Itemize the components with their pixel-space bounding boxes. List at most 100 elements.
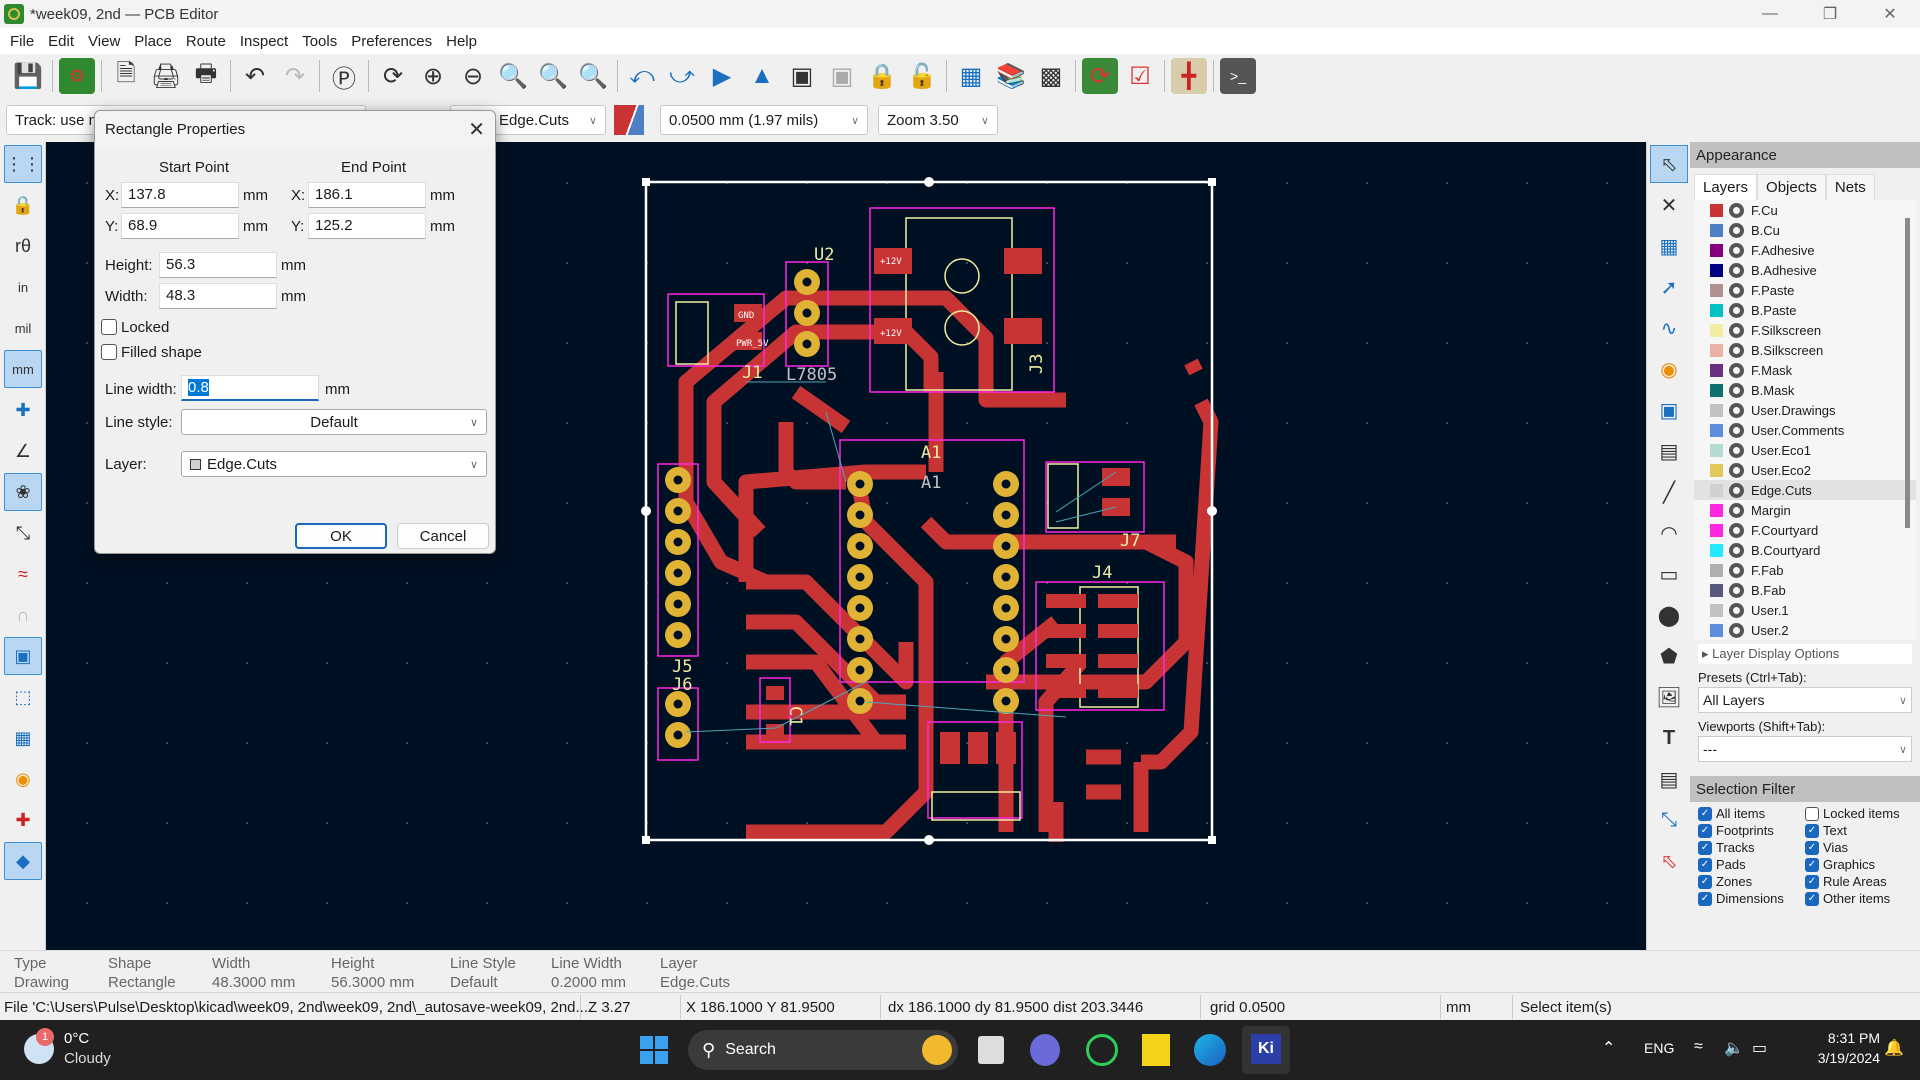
3d-viewer-icon[interactable]: ▩ <box>1033 58 1069 94</box>
mirror-icon[interactable]: ▲ <box>744 58 780 94</box>
layer-color-swatch[interactable] <box>1710 363 1723 377</box>
checkbox[interactable]: ✓ <box>1698 874 1712 889</box>
add-via-icon[interactable]: ◉ <box>1650 350 1688 388</box>
tune-length-icon[interactable]: ∿ <box>1650 309 1688 347</box>
add-dimension-icon[interactable]: ⤡ <box>1650 801 1688 839</box>
layer-color-swatch[interactable] <box>1710 483 1723 497</box>
eye-icon[interactable] <box>1729 222 1744 238</box>
battery-icon[interactable]: ▭ <box>1752 1038 1767 1058</box>
layer-list-scrollbar[interactable] <box>1905 218 1910 528</box>
kicad-taskbar-button[interactable]: Ki <box>1242 1026 1290 1074</box>
plot-icon[interactable]: 🖶 <box>188 58 224 94</box>
eye-icon[interactable] <box>1729 242 1744 258</box>
eye-icon[interactable] <box>1729 602 1744 618</box>
layer-select-dialog[interactable]: Edge.Cuts ∨ <box>181 451 487 477</box>
layers-manager-icon[interactable]: ◆ <box>4 842 42 880</box>
taskbar-search[interactable]: ⚲ Search <box>688 1030 958 1070</box>
volume-icon[interactable]: 🔈 <box>1724 1038 1744 1058</box>
tray-expand-icon[interactable]: ⌃ <box>1602 1038 1615 1058</box>
eye-icon[interactable] <box>1729 282 1744 298</box>
tab-nets[interactable]: Nets <box>1825 174 1875 200</box>
track-outline-icon[interactable]: ∩ <box>4 596 42 634</box>
locked-checkbox[interactable] <box>101 319 117 335</box>
task-view-icon[interactable] <box>978 1036 1004 1064</box>
filter-dimensions[interactable]: ✓ Dimensions <box>1698 891 1805 906</box>
line-width-field[interactable]: 0.8 <box>181 375 319 401</box>
layer-row[interactable]: Margin <box>1694 500 1916 520</box>
print-icon[interactable]: 🖨 <box>148 58 184 94</box>
layer-row[interactable]: F.Adhesive <box>1694 240 1916 260</box>
eye-icon[interactable] <box>1729 482 1744 498</box>
zoom-select[interactable]: Zoom 3.50 ∨ <box>878 105 998 135</box>
layer-color-swatch[interactable] <box>1710 403 1723 417</box>
layer-color-swatch[interactable] <box>1710 323 1723 337</box>
layer-row[interactable]: B.Paste <box>1694 300 1916 320</box>
checkbox[interactable]: ✓ <box>1805 891 1819 906</box>
viewports-select[interactable]: --- ∨ <box>1698 736 1912 762</box>
layer-display-options[interactable]: ▸ Layer Display Options <box>1698 644 1912 664</box>
layer-row[interactable]: F.Paste <box>1694 280 1916 300</box>
grid-toggle-icon[interactable]: ⋮⋮ <box>4 145 42 183</box>
layer-color-swatch[interactable] <box>1710 563 1723 577</box>
grid-lock-icon[interactable]: 🔒 <box>4 186 42 224</box>
draw-arc-icon[interactable]: ◠ <box>1650 514 1688 552</box>
checkbox[interactable]: ✓ <box>1698 891 1712 906</box>
eye-icon[interactable] <box>1729 562 1744 578</box>
menu-file[interactable]: File <box>6 33 44 50</box>
start-button[interactable] <box>640 1036 668 1064</box>
layer-row[interactable]: User.1 <box>1694 600 1916 620</box>
eye-icon[interactable] <box>1729 382 1744 398</box>
filter-locked-items[interactable]: Locked items <box>1805 806 1912 821</box>
notification-bell-icon[interactable]: 🔔 <box>1884 1038 1904 1058</box>
height-field[interactable]: 56.3 <box>159 252 277 278</box>
eye-icon[interactable] <box>1729 582 1744 598</box>
menu-inspect[interactable]: Inspect <box>236 33 298 50</box>
line-style-select[interactable]: Default ∨ <box>181 409 487 435</box>
close-window-button[interactable]: ✕ <box>1860 0 1920 28</box>
eye-icon[interactable] <box>1729 502 1744 518</box>
page-settings-icon[interactable]: 🗎 <box>108 58 144 94</box>
end-y-field[interactable]: 125.2 <box>308 213 426 239</box>
edge-icon[interactable] <box>1194 1034 1226 1066</box>
lock-icon[interactable]: 🔒 <box>864 58 900 94</box>
layer-color-swatch[interactable] <box>1710 283 1723 297</box>
layer-row[interactable]: F.Fab <box>1694 560 1916 580</box>
eye-icon[interactable] <box>1729 402 1744 418</box>
menu-preferences[interactable]: Preferences <box>347 33 442 50</box>
tab-layers[interactable]: Layers <box>1694 174 1758 200</box>
start-x-field[interactable]: 137.8 <box>121 182 239 208</box>
filled-shape-checkbox[interactable] <box>101 344 117 360</box>
cursor-crosshair-icon[interactable]: ✚ <box>4 391 42 429</box>
add-zone-icon[interactable]: ▣ <box>1650 391 1688 429</box>
rotate-ccw-icon[interactable]: ⤺ <box>624 58 660 94</box>
zoom-fit-icon[interactable]: 🔍 <box>495 58 531 94</box>
tray-date[interactable]: 3/19/2024 <box>1800 1050 1880 1066</box>
filter-other-items[interactable]: ✓ Other items <box>1805 891 1912 906</box>
eye-icon[interactable] <box>1729 422 1744 438</box>
layer-row[interactable]: F.Cu <box>1694 200 1916 220</box>
tab-objects[interactable]: Objects <box>1757 174 1826 200</box>
cancel-button[interactable]: Cancel <box>397 523 489 549</box>
curved-ratsnest-icon[interactable]: ⤡ <box>4 514 42 552</box>
checkbox[interactable] <box>1805 806 1819 821</box>
checkbox[interactable]: ✓ <box>1805 840 1819 855</box>
tray-time[interactable]: 8:31 PM <box>1800 1030 1880 1046</box>
layer-color-swatch[interactable] <box>1710 243 1723 257</box>
track-display-icon[interactable]: ✚ <box>4 801 42 839</box>
layer-color-swatch[interactable] <box>1710 503 1723 517</box>
update-pcb-icon[interactable]: ⟳ <box>1082 58 1118 94</box>
layer-row[interactable]: B.Courtyard <box>1694 540 1916 560</box>
layer-color-swatch[interactable] <box>1710 583 1723 597</box>
grid-select[interactable]: 0.0500 mm (1.97 mils) ∨ <box>660 105 868 135</box>
filter-rule-areas[interactable]: ✓ Rule Areas <box>1805 874 1912 889</box>
angle-constraint-icon[interactable]: ∠ <box>4 432 42 470</box>
add-text-icon[interactable]: T <box>1650 719 1688 757</box>
units-mm-icon[interactable]: mm <box>4 350 42 388</box>
layer-row[interactable]: User.Drawings <box>1694 400 1916 420</box>
layer-color-swatch[interactable] <box>1710 543 1723 557</box>
layer-row[interactable]: B.Cu <box>1694 220 1916 240</box>
layer-color-swatch[interactable] <box>1710 603 1723 617</box>
zoom-objects-icon[interactable]: 🔍 <box>535 58 571 94</box>
ok-button[interactable]: OK <box>295 523 387 549</box>
eye-icon[interactable] <box>1729 322 1744 338</box>
